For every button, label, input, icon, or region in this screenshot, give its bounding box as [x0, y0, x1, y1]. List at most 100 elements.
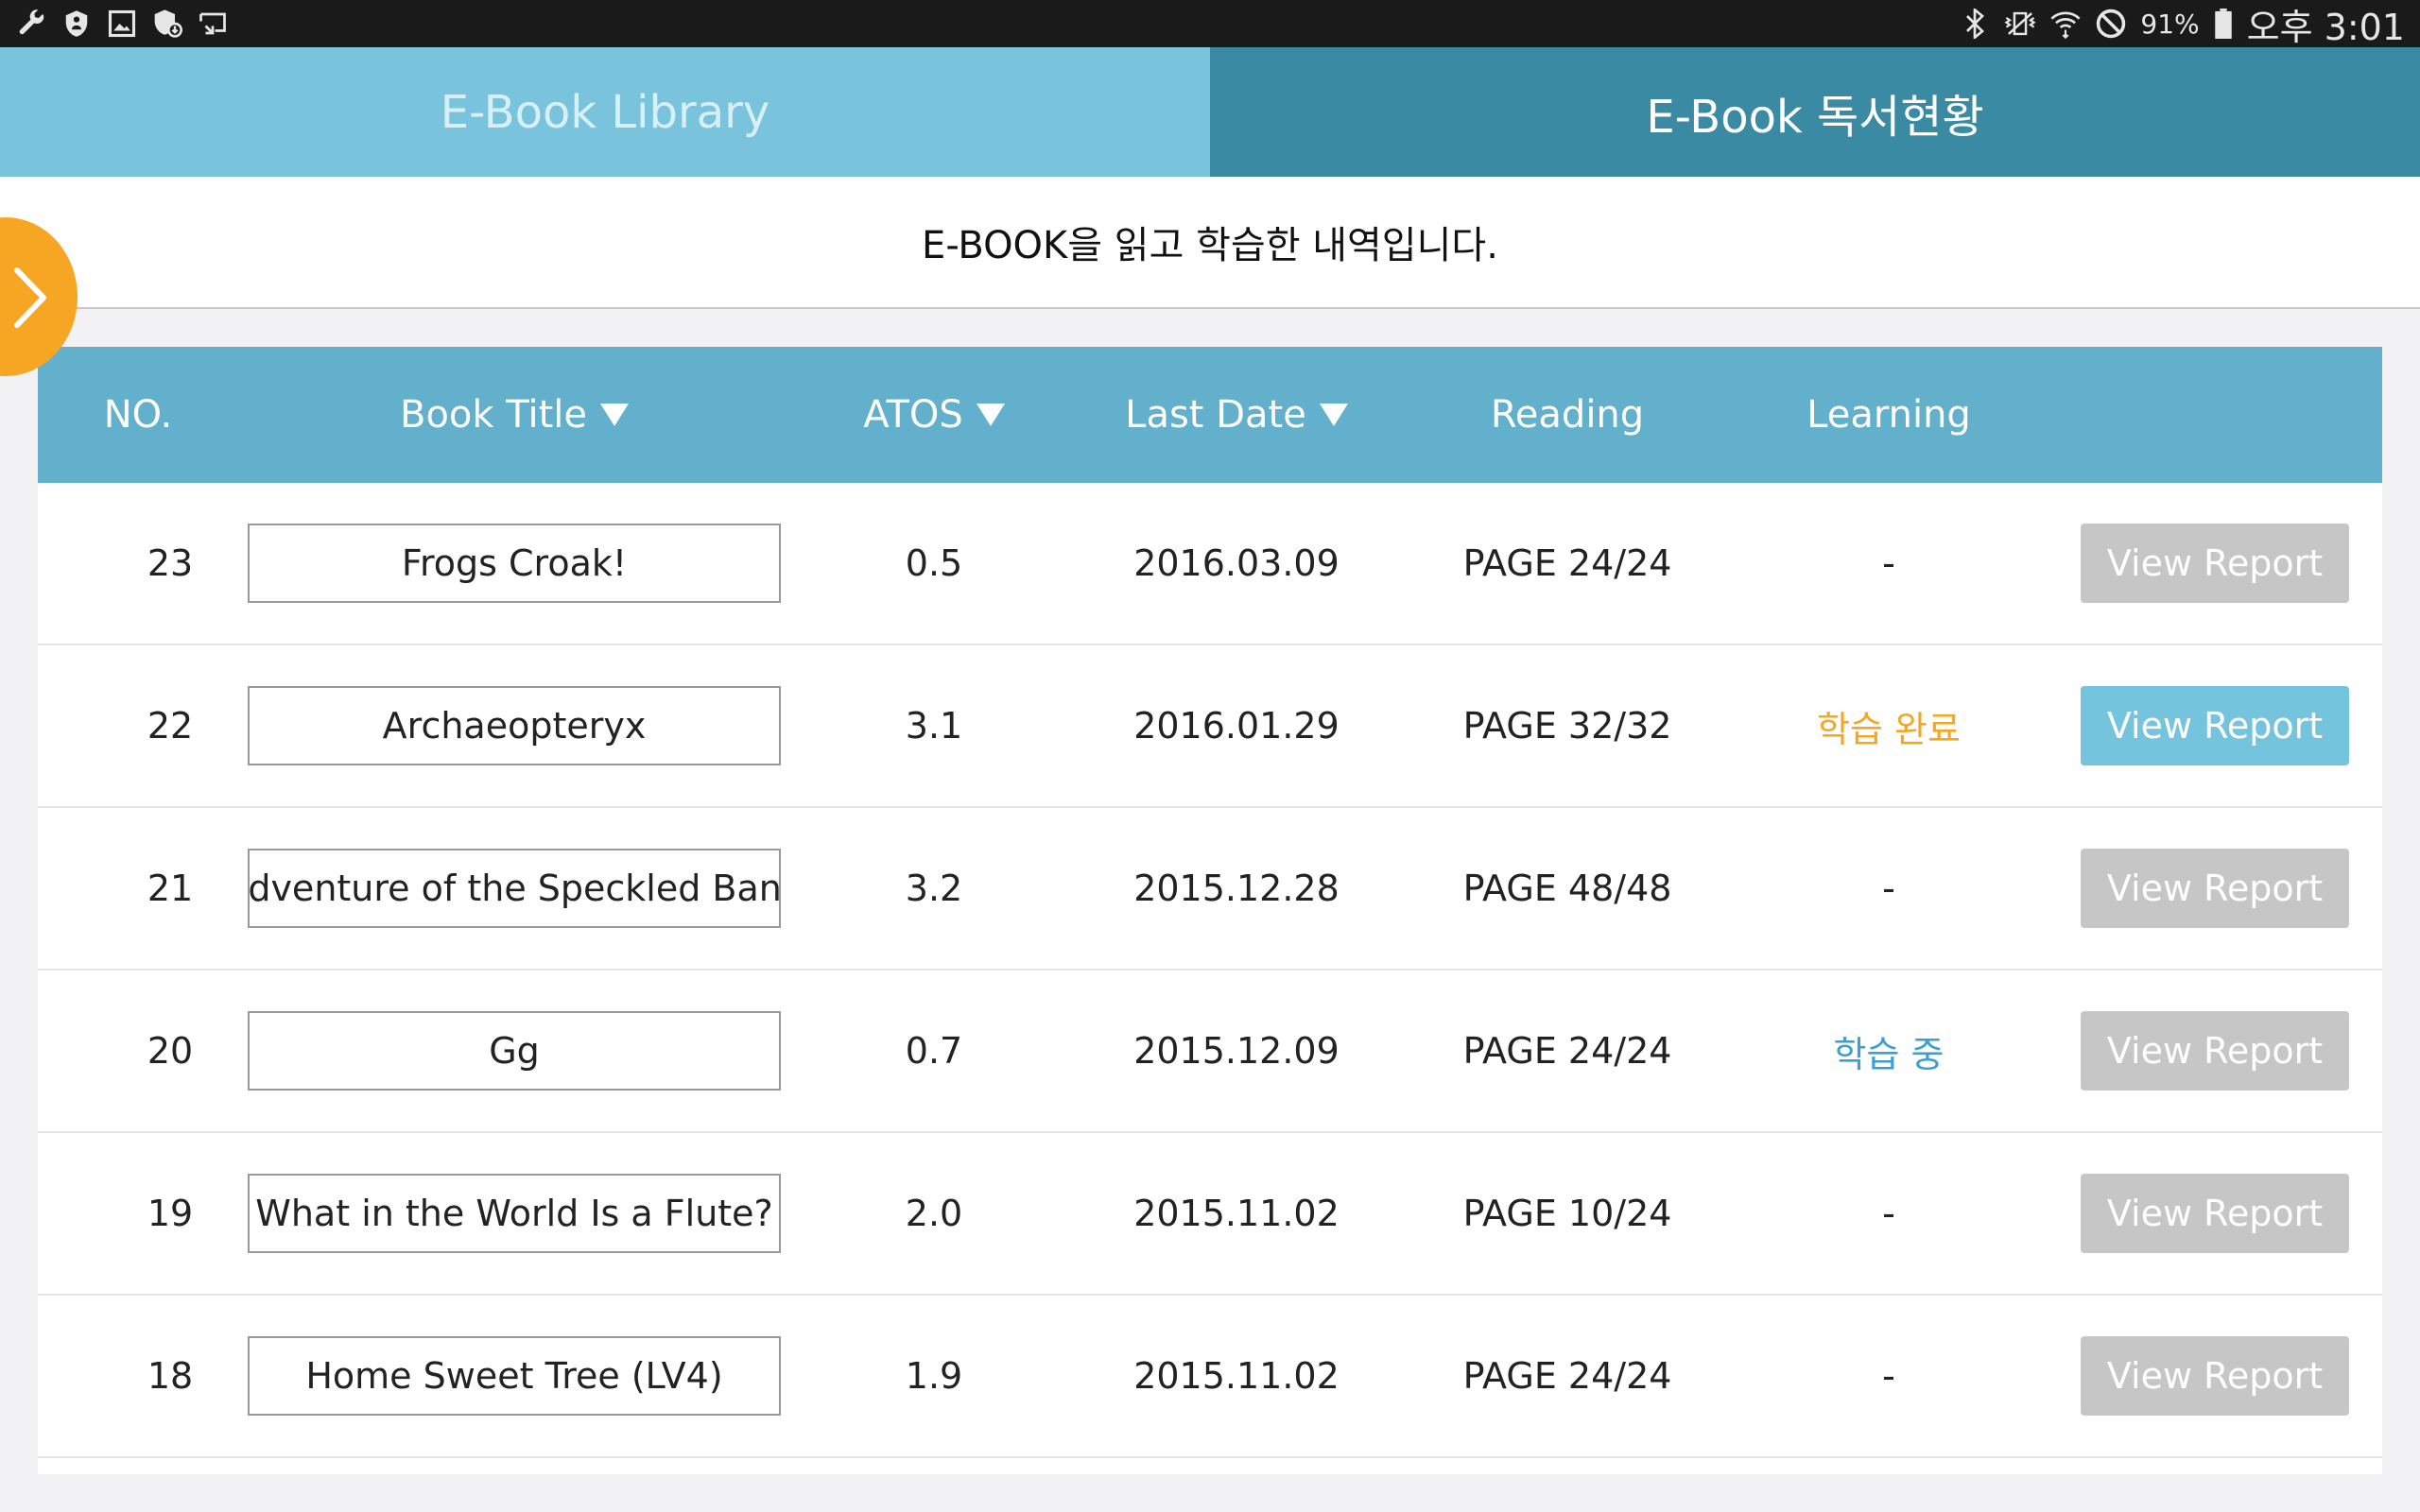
learning-status: 학습 완료 — [1817, 708, 1961, 750]
reading-progress: PAGE 48/48 — [1462, 868, 1672, 909]
view-report-button[interactable]: View Report — [2081, 849, 2349, 928]
shield-icon — [60, 8, 93, 40]
reading-progress: PAGE 24/24 — [1462, 542, 1672, 584]
book-title-button[interactable]: Adventure of the Speckled Band — [248, 849, 781, 928]
wifi-icon — [2049, 8, 2082, 40]
battery-percent: 91% — [2140, 8, 2200, 40]
tab-bar: E-Book Library E-Book 독서현황 — [0, 47, 2420, 177]
row-number: 21 — [147, 868, 194, 909]
status-bar-left — [15, 0, 229, 47]
atos-value: 3.2 — [905, 868, 963, 909]
page-description-text: E-BOOK을 읽고 학습한 내역입니다. — [922, 224, 1498, 267]
row-number: 19 — [147, 1193, 194, 1234]
view-report-cell: View Report — [2059, 971, 2371, 1131]
last-date-value: 2015.11.02 — [1133, 1355, 1340, 1397]
table-row: 22 Archaeopteryx 3.1 2016.01.29 PAGE 32/… — [38, 645, 2382, 808]
chevron-right-icon — [14, 267, 46, 328]
book-title-cell: Home Sweet Tree (LV4) — [246, 1296, 783, 1456]
last-date-value: 2016.03.09 — [1133, 542, 1340, 584]
view-report-button[interactable]: View Report — [2081, 1011, 2349, 1091]
table-row: 19 What in the World Is a Flute? 2.0 201… — [38, 1133, 2382, 1296]
tab-ebook-library-label: E-Book Library — [440, 85, 770, 139]
view-report-cell: View Report — [2059, 808, 2371, 969]
reading-history-table: NO. Book Title ATOS Last Date Reading Le… — [38, 347, 2382, 1474]
view-report-cell: View Report — [2059, 483, 2371, 644]
tab-ebook-reading-status[interactable]: E-Book 독서현황 — [1210, 47, 2420, 177]
book-title-cell: Adventure of the Speckled Band — [246, 808, 783, 969]
wrench-icon — [15, 8, 47, 40]
tab-ebook-reading-status-label: E-Book 독서현황 — [1646, 90, 1984, 144]
header-book-title[interactable]: Book Title — [246, 347, 783, 483]
table-row: 18 Home Sweet Tree (LV4) 1.9 2015.11.02 … — [38, 1296, 2382, 1458]
reading-progress: PAGE 24/24 — [1462, 1030, 1672, 1072]
row-number: 20 — [147, 1030, 194, 1072]
status-bar-right: 91% 오후 3:01 — [1959, 0, 2405, 48]
atos-value: 1.9 — [905, 1355, 963, 1397]
atos-value: 2.0 — [905, 1193, 963, 1234]
reading-progress: PAGE 32/32 — [1462, 705, 1672, 747]
sort-down-icon — [976, 404, 1005, 426]
atos-value: 0.7 — [905, 1030, 963, 1072]
status-bar: 91% 오후 3:01 — [0, 0, 2420, 48]
book-title-button[interactable]: Frogs Croak! — [248, 524, 781, 603]
tab-ebook-library[interactable]: E-Book Library — [0, 47, 1210, 177]
sort-down-icon — [1319, 404, 1348, 426]
learning-status: - — [1882, 868, 1895, 909]
table-header: NO. Book Title ATOS Last Date Reading Le… — [38, 347, 2382, 483]
sort-down-icon — [600, 404, 629, 426]
header-learning-label: Learning — [1806, 393, 1971, 437]
view-report-button[interactable]: View Report — [2081, 686, 2349, 765]
table-row: 23 Frogs Croak! 0.5 2016.03.09 PAGE 24/2… — [38, 483, 2382, 645]
header-no-label: NO. — [103, 393, 173, 437]
table-row: 21 Adventure of the Speckled Band 3.2 20… — [38, 808, 2382, 971]
last-date-value: 2015.12.09 — [1133, 1030, 1340, 1072]
bluetooth-icon — [1959, 8, 1991, 40]
book-title-button[interactable]: Gg — [248, 1011, 781, 1091]
view-report-cell: View Report — [2059, 645, 2371, 806]
row-number: 22 — [147, 705, 194, 747]
view-report-cell: View Report — [2059, 1296, 2371, 1456]
book-title-cell: Frogs Croak! — [246, 483, 783, 644]
view-report-button[interactable]: View Report — [2081, 524, 2349, 603]
reading-progress: PAGE 24/24 — [1462, 1355, 1672, 1397]
cast-icon — [197, 8, 229, 40]
atos-value: 0.5 — [905, 542, 963, 584]
clock: 오후 3:01 — [2246, 6, 2405, 48]
learning-status: 학습 중 — [1833, 1033, 1945, 1075]
header-reading: Reading — [1397, 347, 1737, 483]
book-title-cell: Archaeopteryx — [246, 645, 783, 806]
security-update-icon — [151, 8, 183, 40]
table-row: 20 Gg 0.7 2015.12.09 PAGE 24/24 학습 중 Vie… — [38, 971, 2382, 1133]
header-atos[interactable]: ATOS — [821, 347, 1047, 483]
header-atos-label: ATOS — [863, 393, 963, 437]
last-date-value: 2016.01.29 — [1133, 705, 1340, 747]
header-last-date-label: Last Date — [1125, 393, 1306, 437]
vibrate-icon — [2004, 8, 2036, 40]
atos-value: 3.1 — [905, 705, 963, 747]
reading-progress: PAGE 10/24 — [1462, 1193, 1672, 1234]
book-title-cell: What in the World Is a Flute? — [246, 1133, 783, 1294]
row-number: 18 — [147, 1355, 194, 1397]
page-description: E-BOOK을 읽고 학습한 내역입니다. — [0, 177, 2420, 309]
learning-status: - — [1882, 542, 1895, 584]
book-title-button[interactable]: Archaeopteryx — [248, 686, 781, 765]
book-title-cell: Gg — [246, 971, 783, 1131]
header-reading-label: Reading — [1490, 393, 1645, 437]
learning-status: - — [1882, 1193, 1895, 1234]
header-book-title-label: Book Title — [400, 393, 587, 437]
battery-icon — [2213, 8, 2234, 40]
last-date-value: 2015.12.28 — [1133, 868, 1340, 909]
header-last-date[interactable]: Last Date — [1066, 347, 1407, 483]
row-number: 23 — [147, 542, 194, 584]
view-report-button[interactable]: View Report — [2081, 1336, 2349, 1416]
book-title-button[interactable]: What in the World Is a Flute? — [248, 1174, 781, 1253]
learning-status: - — [1882, 1355, 1895, 1397]
last-date-value: 2015.11.02 — [1133, 1193, 1340, 1234]
book-title-button[interactable]: Home Sweet Tree (LV4) — [248, 1336, 781, 1416]
view-report-button[interactable]: View Report — [2081, 1174, 2349, 1253]
table-body: 23 Frogs Croak! 0.5 2016.03.09 PAGE 24/2… — [38, 483, 2382, 1458]
no-symbol-icon — [2095, 8, 2127, 40]
image-icon — [106, 8, 138, 40]
view-report-cell: View Report — [2059, 1133, 2371, 1294]
header-learning: Learning — [1719, 347, 2059, 483]
